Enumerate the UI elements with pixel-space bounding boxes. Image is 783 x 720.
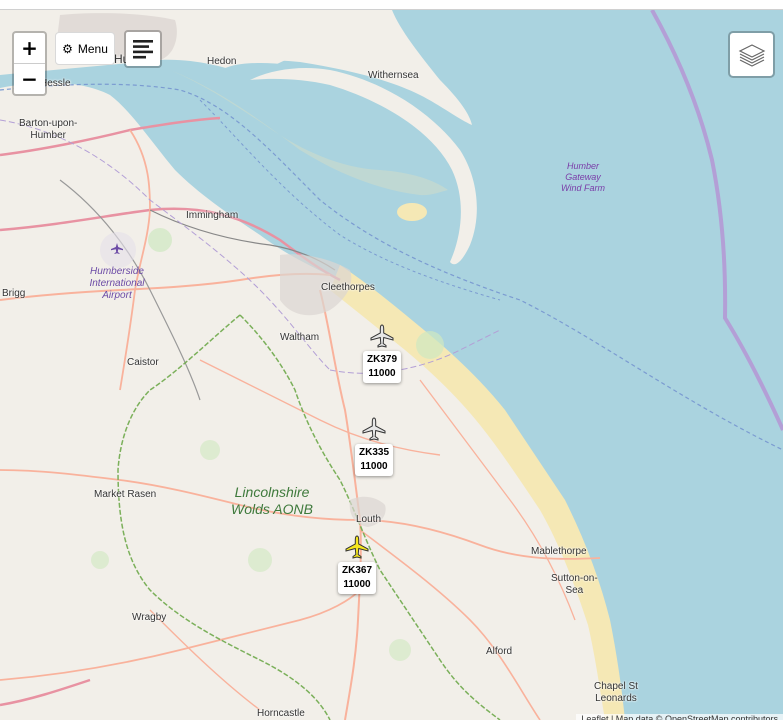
- place-chapel-st-leonards: Chapel St Leonards: [594, 681, 638, 704]
- place-caistor: Caistor: [127, 357, 159, 368]
- aircraft-callsign: ZK335: [358, 447, 389, 458]
- aircraft-altitude: 11000: [360, 461, 388, 472]
- place-market-rasen: Market Rasen: [94, 489, 157, 500]
- list-icon: [133, 40, 153, 59]
- aircraft-callsign: ZK367: [341, 565, 372, 576]
- aircraft-icon: [362, 417, 386, 441]
- gear-icon: ⚙: [62, 41, 73, 56]
- aircraft-callsign: ZK379: [366, 354, 397, 365]
- aircraft-altitude: 11000: [368, 368, 396, 379]
- layers-button[interactable]: [728, 31, 775, 78]
- place-mablethorpe: Mablethorpe: [531, 546, 587, 557]
- place-waltham: Waltham: [280, 332, 320, 343]
- aircraft-label: ZK335 11000: [354, 444, 393, 476]
- place-louth: Louth: [356, 514, 382, 525]
- place-withernsea: Withernsea: [368, 70, 419, 81]
- menu-button[interactable]: ⚙ Menu: [55, 32, 115, 65]
- map-view[interactable]: Hull Hessle Hedon Withernsea Barton-upon…: [0, 10, 783, 720]
- place-wragby: Wragby: [132, 612, 167, 623]
- zoom-in-button[interactable]: +: [14, 33, 45, 63]
- place-barton-upon-humber: Barton-upon- Humber: [19, 118, 78, 141]
- place-hedon: Hedon: [207, 56, 237, 67]
- airport-label: Humberside International Airport: [89, 266, 145, 301]
- map-attribution[interactable]: Leaflet | Map data © OpenStreetMap contr…: [576, 714, 783, 720]
- aircraft-altitude: 11000: [343, 579, 371, 590]
- zoom-out-button[interactable]: −: [14, 63, 45, 94]
- place-brigg: Brigg: [2, 288, 26, 299]
- aircraft-marker[interactable]: ZK335 11000: [349, 416, 399, 476]
- windfarm-label: Humber Gateway Wind Farm: [561, 161, 605, 193]
- place-horncastle: Horncastle: [257, 708, 305, 719]
- aircraft-list-button[interactable]: [124, 30, 162, 68]
- aircraft-icon: [345, 535, 369, 559]
- page-top-strip: [0, 0, 783, 10]
- aonb-label: Lincolnshire Wolds AONB: [231, 484, 313, 517]
- place-sutton-on-sea: Sutton-on- Sea: [551, 573, 598, 596]
- zoom-control: + −: [12, 31, 47, 96]
- aircraft-marker[interactable]: ZK367 11000: [332, 534, 382, 594]
- place-alford: Alford: [486, 646, 513, 657]
- place-immingham: Immingham: [186, 210, 239, 221]
- menu-label: Menu: [77, 41, 108, 56]
- place-cleethorpes: Cleethorpes: [321, 282, 375, 293]
- aircraft-label: ZK379 11000: [362, 351, 401, 383]
- layers-icon: [738, 43, 765, 67]
- aircraft-label: ZK367 11000: [337, 562, 376, 594]
- aircraft-icon: [370, 324, 394, 348]
- aircraft-marker[interactable]: ZK379 11000: [357, 323, 407, 383]
